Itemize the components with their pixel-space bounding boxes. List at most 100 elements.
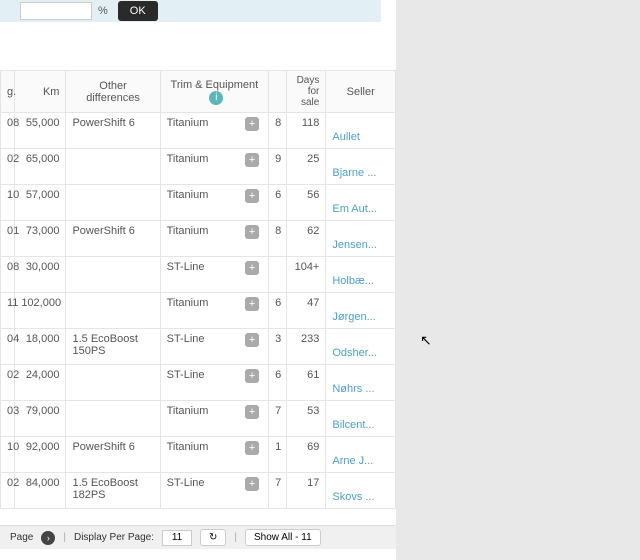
cell-trim: Titanium+ [160, 113, 268, 149]
expand-icon[interactable]: + [245, 261, 259, 275]
cell-other [66, 401, 160, 437]
next-page-icon[interactable]: › [41, 531, 55, 545]
pager-bar: Page › | Display Per Page: ↻ | Show All … [0, 525, 396, 549]
table-row: 0418,0001.5 EcoBoost 150PSST-Line+3233Od… [1, 329, 396, 365]
col-seller[interactable]: Seller [326, 71, 396, 113]
expand-icon[interactable]: + [245, 333, 259, 347]
results-table: g. Km Other differences Trim & Equipment… [0, 70, 396, 509]
seller-link[interactable]: Skovs ... [332, 491, 374, 503]
col-km[interactable]: Km [15, 71, 66, 113]
seller-link[interactable]: Aullet [332, 131, 360, 143]
table-row: 0379,000Titanium+753Bilcent... [1, 401, 396, 437]
cell-km: 92,000 [15, 437, 66, 473]
seller-link[interactable]: Bjarne ... [332, 167, 376, 179]
show-all-button[interactable]: Show All - 11 [245, 529, 321, 546]
cell-seller: Skovs ... [326, 473, 396, 509]
cell-num: 7 [269, 473, 287, 509]
percent-input[interactable] [20, 2, 92, 20]
cell-other: PowerShift 6 [66, 113, 160, 149]
table-row: 0284,0001.5 EcoBoost 182PSST-Line+717 Sko… [1, 473, 396, 509]
cell-seller: Odsher... [326, 329, 396, 365]
table-row: 0224,000ST-Line+661Nøhrs ... [1, 365, 396, 401]
ok-button[interactable]: OK [118, 1, 158, 21]
col-num[interactable] [269, 71, 287, 113]
refresh-button[interactable]: ↻ [200, 529, 226, 546]
info-icon[interactable]: i [209, 91, 223, 105]
cell-seller: Arne J... [326, 437, 396, 473]
col-other[interactable]: Other differences [66, 71, 160, 113]
seller-link[interactable]: Odsher... [332, 347, 377, 359]
seller-link[interactable]: Holbæ... [332, 275, 374, 287]
cell-other [66, 185, 160, 221]
cell-reg: 02 [1, 149, 15, 185]
cell-num: 3 [269, 329, 287, 365]
expand-icon[interactable]: + [245, 225, 259, 239]
cell-reg: 02 [1, 473, 15, 509]
seller-link[interactable]: Jensen... [332, 239, 377, 251]
col-reg[interactable]: g. [1, 71, 15, 113]
cell-seller: Jensen... [326, 221, 396, 257]
cell-trim: ST-Line+ [160, 473, 268, 509]
cell-trim: Titanium+ [160, 401, 268, 437]
table-row: 0173,000PowerShift 6Titanium+862Jensen..… [1, 221, 396, 257]
seller-link[interactable]: Em Aut... [332, 203, 377, 215]
cell-trim: Titanium+ [160, 149, 268, 185]
cursor-icon: ↖ [420, 332, 432, 349]
cell-days: 118 [287, 113, 326, 149]
expand-icon[interactable]: + [245, 153, 259, 167]
cell-days: 25 [287, 149, 326, 185]
cell-days: 17 [287, 473, 326, 509]
expand-icon[interactable]: + [245, 477, 259, 491]
cell-num: 8 [269, 221, 287, 257]
cell-seller: Nøhrs ... [326, 365, 396, 401]
expand-icon[interactable]: + [245, 441, 259, 455]
cell-days: 233 [287, 329, 326, 365]
cell-km: 84,000 [15, 473, 66, 509]
pager-sep-2: | [234, 532, 237, 543]
table-row: 11102,000Titanium+647Jørgen... [1, 293, 396, 329]
expand-icon[interactable]: + [245, 369, 259, 383]
cell-other: PowerShift 6 [66, 437, 160, 473]
seller-link[interactable]: Nøhrs ... [332, 383, 374, 395]
cell-km: 79,000 [15, 401, 66, 437]
seller-link[interactable]: Bilcent... [332, 419, 374, 431]
table-row: 0830,000ST-Line+104+Holbæ... [1, 257, 396, 293]
cell-reg: 02 [1, 365, 15, 401]
cell-num: 1 [269, 437, 287, 473]
cell-km: 24,000 [15, 365, 66, 401]
cell-other: PowerShift 6 [66, 221, 160, 257]
cell-seller: Aullet [326, 113, 396, 149]
col-trim[interactable]: Trim & Equipmenti [160, 71, 268, 113]
cell-reg: 10 [1, 185, 15, 221]
col-days[interactable]: Days for sale [287, 71, 326, 113]
cell-trim: Titanium+ [160, 293, 268, 329]
cell-other [66, 293, 160, 329]
cell-trim: ST-Line+ [160, 365, 268, 401]
cell-other: 1.5 EcoBoost 182PS [66, 473, 160, 509]
expand-icon[interactable]: + [245, 189, 259, 203]
cell-days: 53 [287, 401, 326, 437]
expand-icon[interactable]: + [245, 117, 259, 131]
seller-link[interactable]: Arne J... [332, 455, 373, 467]
cell-days: 47 [287, 293, 326, 329]
per-page-input[interactable] [162, 530, 192, 546]
cell-km: 18,000 [15, 329, 66, 365]
cell-num [269, 257, 287, 293]
table-row: 1057,000Titanium+656Em Aut... [1, 185, 396, 221]
cell-days: 69 [287, 437, 326, 473]
pager-sep-1: | [63, 532, 66, 543]
seller-link[interactable]: Jørgen... [332, 311, 375, 323]
expand-icon[interactable]: + [245, 405, 259, 419]
cell-reg: 08 [1, 257, 15, 293]
filter-bar: % OK [0, 0, 381, 22]
header-row: g. Km Other differences Trim & Equipment… [1, 71, 396, 113]
table-row: 1092,000PowerShift 6Titanium+169Arne J..… [1, 437, 396, 473]
cell-trim: Titanium+ [160, 437, 268, 473]
cell-reg: 03 [1, 401, 15, 437]
cell-num: 6 [269, 293, 287, 329]
cell-reg: 08 [1, 113, 15, 149]
cell-reg: 11 [1, 293, 15, 329]
cell-days: 61 [287, 365, 326, 401]
cell-trim: Titanium+ [160, 185, 268, 221]
expand-icon[interactable]: + [245, 297, 259, 311]
